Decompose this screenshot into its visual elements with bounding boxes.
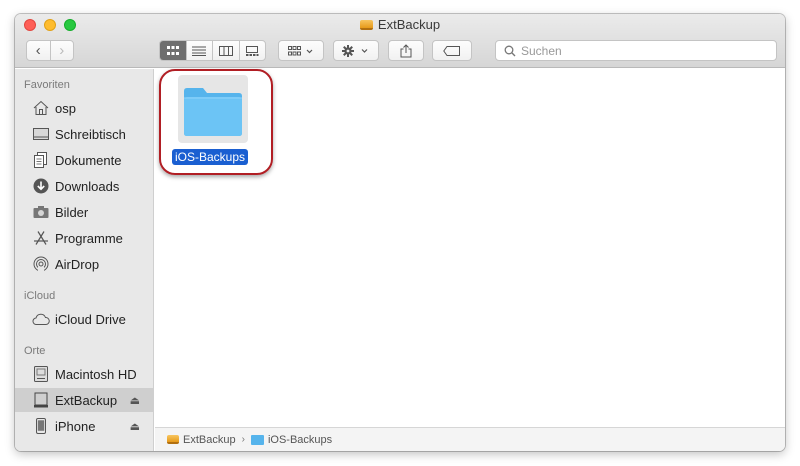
applications-icon [32, 229, 50, 247]
hard-drive-icon [32, 365, 50, 383]
sidebar-item-dokumente[interactable]: Dokumente [15, 148, 154, 172]
list-view-button[interactable] [185, 41, 213, 60]
view-mode-group [159, 40, 266, 61]
eject-iphone-icon[interactable]: ⏏ [130, 420, 140, 433]
file-content-area[interactable]: iOS-Backups [155, 69, 785, 427]
external-drive-icon [167, 435, 179, 444]
forward-button[interactable]: › [49, 41, 74, 60]
documents-icon [32, 151, 50, 169]
sidebar-item-osp[interactable]: osp [15, 96, 154, 120]
sidebar-item-bilder[interactable]: Bilder [15, 200, 154, 224]
finder-window: ExtBackup ‹ › Suchen Favoriten osp Schre… [15, 14, 785, 451]
gallery-view-button[interactable] [238, 41, 266, 60]
sidebar-item-airdrop[interactable]: AirDrop [15, 252, 154, 276]
sidebar-item-macintosh-hd[interactable]: Macintosh HD [15, 362, 154, 386]
home-icon [32, 99, 50, 117]
sidebar-item-extbackup[interactable]: ExtBackup ⏏ [15, 388, 154, 412]
sidebar-heading-orte: Orte [24, 345, 46, 357]
window-title: ExtBackup [15, 17, 785, 32]
arrange-icon [288, 45, 313, 55]
search-placeholder: Suchen [521, 43, 562, 58]
list-icon [192, 46, 207, 56]
path-item-ios-backups[interactable]: iOS-Backups [268, 434, 332, 446]
column-view-button[interactable] [212, 41, 239, 60]
search-field[interactable]: Suchen [495, 40, 777, 61]
sidebar-heading-favoriten: Favoriten [24, 79, 70, 91]
sidebar-item-programme[interactable]: Programme [15, 226, 154, 250]
path-bar: ExtBackup › iOS-Backups [155, 427, 785, 451]
external-drive-icon [359, 20, 373, 30]
share-icon [400, 43, 412, 57]
search-icon [504, 45, 516, 56]
back-button[interactable]: ‹ [27, 41, 50, 60]
annotation-highlight-ring [159, 69, 273, 175]
tag-icon [443, 45, 460, 56]
airdrop-icon [32, 255, 50, 273]
sidebar-item-iphone[interactable]: iPhone ⏏ [15, 414, 154, 438]
sidebar-item-downloads[interactable]: Downloads [15, 174, 154, 198]
share-button[interactable] [388, 40, 424, 61]
downloads-icon [32, 177, 50, 195]
sidebar-item-schreibtisch[interactable]: Schreibtisch [15, 122, 154, 146]
title-bar: ExtBackup ‹ › Suchen [15, 14, 785, 68]
sidebar: Favoriten osp Schreibtisch Dokumente Dow… [15, 69, 154, 451]
tags-button[interactable] [432, 40, 472, 61]
sidebar-item-icloud-drive[interactable]: iCloud Drive [15, 307, 154, 331]
grid-icon [166, 45, 179, 55]
group-by-button[interactable] [278, 40, 324, 61]
path-item-extbackup[interactable]: ExtBackup [183, 434, 236, 446]
sidebar-heading-icloud: iCloud [24, 290, 56, 302]
iphone-icon [32, 417, 50, 435]
camera-icon [32, 203, 50, 221]
folder-icon [250, 434, 264, 445]
eject-extbackup-icon[interactable]: ⏏ [130, 394, 140, 407]
action-button[interactable] [333, 40, 379, 61]
path-separator: › [241, 434, 245, 445]
navigation-group: ‹ › [26, 40, 74, 61]
cloud-icon [32, 310, 50, 328]
icon-view-button[interactable] [160, 41, 186, 60]
columns-icon [218, 45, 233, 56]
gallery-icon [246, 45, 259, 56]
external-drive-icon [32, 391, 50, 409]
desktop-icon [32, 125, 50, 143]
gear-icon [342, 44, 368, 57]
